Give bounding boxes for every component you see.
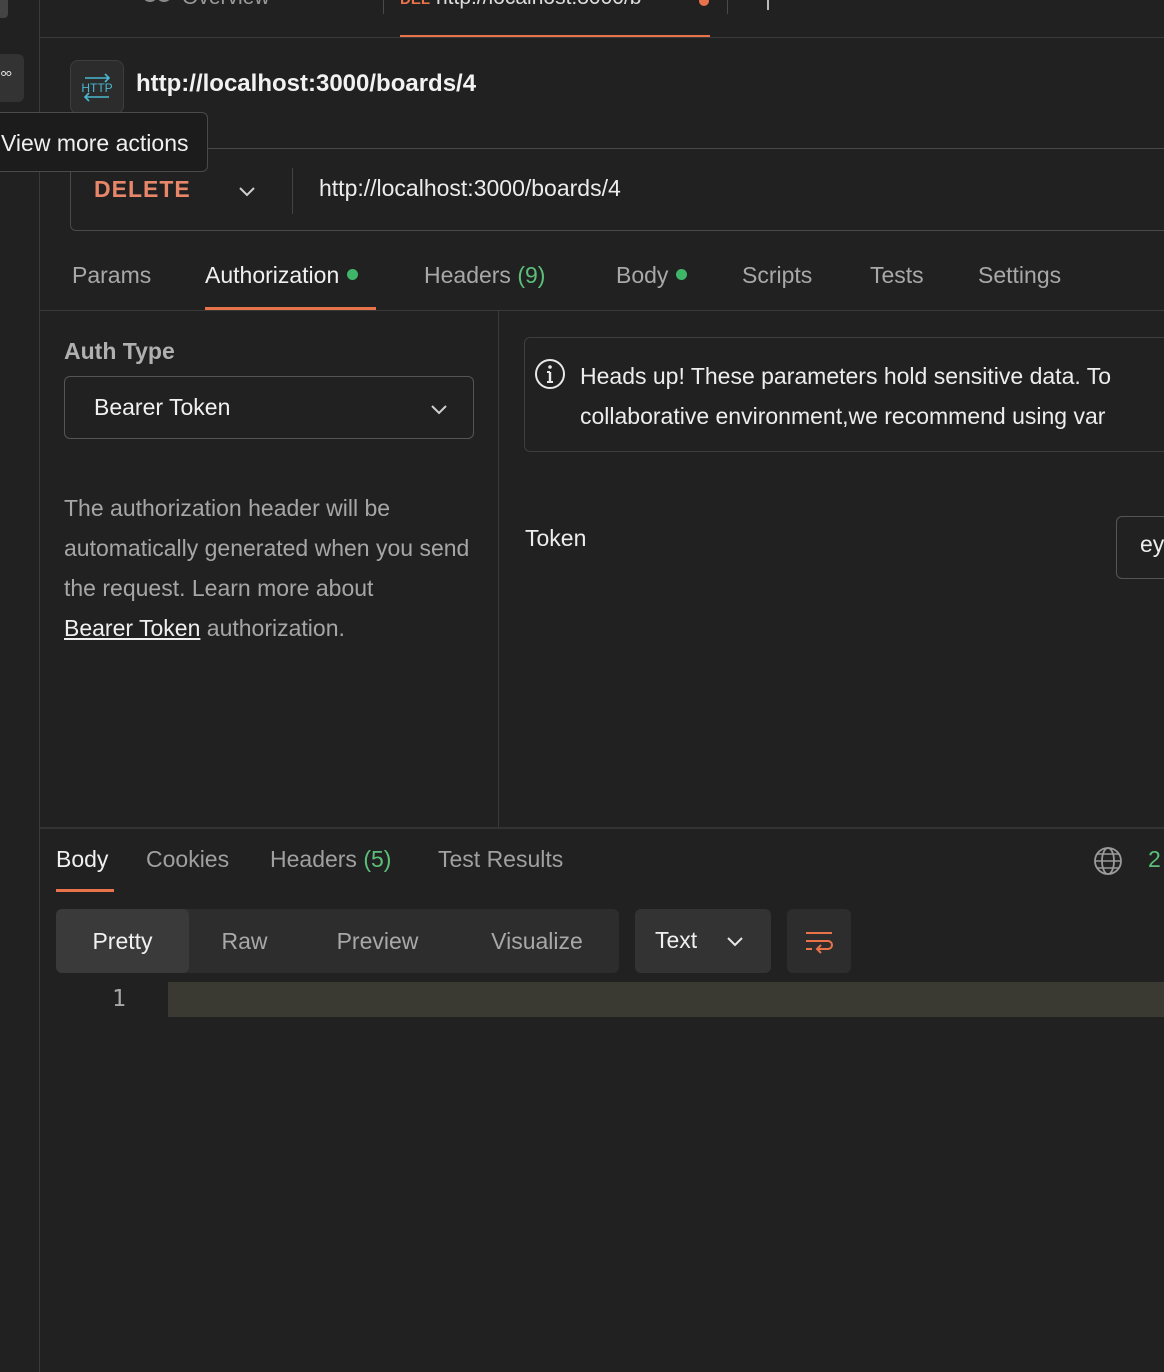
- left-rail: [0, 0, 40, 1372]
- tab-params[interactable]: Params: [72, 262, 151, 289]
- notice-line: collaborative environment,we recommend u…: [580, 403, 1106, 429]
- overview-icon: [144, 0, 170, 2]
- view-raw-button[interactable]: Raw: [189, 909, 300, 973]
- auth-type-value: Bearer Token: [94, 394, 231, 420]
- line-number: 1: [112, 986, 126, 1012]
- request-title[interactable]: http://localhost:3000/boards/4: [136, 70, 476, 98]
- status-dot-icon: [347, 269, 359, 281]
- method-select[interactable]: DELETE: [94, 176, 191, 203]
- panel-divider[interactable]: [498, 311, 499, 828]
- status-dot-icon: [676, 269, 688, 281]
- tab-body[interactable]: Body: [616, 262, 688, 289]
- auth-description-text: The authorization header will be automat…: [64, 495, 470, 601]
- status-code: 2: [1148, 846, 1161, 872]
- tab-divider: [383, 0, 384, 14]
- auth-description: The authorization header will be automat…: [64, 488, 484, 648]
- tab-test-results[interactable]: Test Results: [438, 846, 563, 873]
- response-divider[interactable]: [40, 827, 1164, 829]
- tab-url: http://localhost:3000/b: [436, 0, 641, 9]
- tab-label: Settings: [978, 262, 1062, 288]
- tab-active-underline: [400, 35, 710, 37]
- tab-headers[interactable]: Headers (9): [424, 262, 545, 289]
- view-visualize-button[interactable]: Visualize: [460, 909, 614, 973]
- tab-count: (5): [363, 846, 392, 872]
- http-arrows-icon: HTTP: [81, 73, 113, 102]
- info-icon: [535, 359, 565, 389]
- http-icon: HTTP: [70, 60, 124, 114]
- notice-text: Heads up! These parameters hold sensitiv…: [580, 356, 1164, 436]
- wrap-lines-icon: [806, 932, 833, 954]
- text-cursor: [767, 0, 769, 10]
- tab-divider: [727, 0, 728, 14]
- http-icon-text: HTTP: [81, 81, 112, 95]
- view-pretty-button[interactable]: Pretty: [56, 909, 189, 973]
- auth-description-suffix: authorization.: [206, 615, 345, 641]
- chevron-down-icon[interactable]: [236, 180, 258, 202]
- tab-label: Scripts: [742, 262, 813, 288]
- tab-active-label: DEL http://localhost:3000/b: [400, 0, 641, 10]
- tabs-divider: [40, 310, 1164, 311]
- tab-cookies[interactable]: Cookies: [146, 846, 229, 873]
- tab-count: (9): [517, 262, 546, 288]
- tab-overview[interactable]: Overview: [182, 0, 270, 10]
- notice-line: Heads up! These parameters hold sensitiv…: [580, 363, 1112, 389]
- url-divider: [292, 168, 293, 214]
- tab-response-body[interactable]: Body: [56, 846, 108, 873]
- ellipsis-icon: °°: [0, 68, 12, 88]
- token-value: ey: [1140, 531, 1164, 557]
- tab-scripts[interactable]: Scripts: [742, 262, 812, 289]
- chevron-down-icon: [431, 405, 447, 415]
- auth-type-label: Auth Type: [64, 338, 175, 364]
- token-label: Token: [525, 525, 587, 551]
- tab-label: Body: [56, 846, 109, 872]
- tab-label: Headers: [270, 846, 357, 872]
- tooltip: View more actions: [0, 112, 208, 172]
- active-line-highlight[interactable]: [168, 982, 1164, 1017]
- tab-label: Cookies: [146, 846, 230, 872]
- tab-label: Authorization: [205, 262, 340, 288]
- tab-response-headers[interactable]: Headers (5): [270, 846, 391, 873]
- view-preview-button[interactable]: Preview: [310, 909, 445, 973]
- tab-label: Test Results: [438, 846, 564, 872]
- globe-icon[interactable]: [1093, 846, 1123, 876]
- tab-active-underline: [56, 889, 114, 892]
- tab-method: DEL: [400, 0, 430, 8]
- url-input[interactable]: http://localhost:3000/boards/4: [319, 175, 621, 202]
- chevron-down-icon: [727, 937, 743, 947]
- tab-label: Tests: [870, 262, 924, 288]
- bearer-token-link[interactable]: Bearer Token: [64, 615, 200, 641]
- tab-label: Params: [72, 262, 152, 288]
- rail-top-tab[interactable]: [0, 0, 8, 18]
- tab-label: Body: [616, 262, 669, 288]
- tab-label: Headers: [424, 262, 511, 288]
- tab-tests[interactable]: Tests: [870, 262, 924, 289]
- tab-settings[interactable]: Settings: [978, 262, 1061, 289]
- tab-authorization[interactable]: Authorization: [205, 262, 359, 289]
- format-value: Text: [655, 927, 698, 953]
